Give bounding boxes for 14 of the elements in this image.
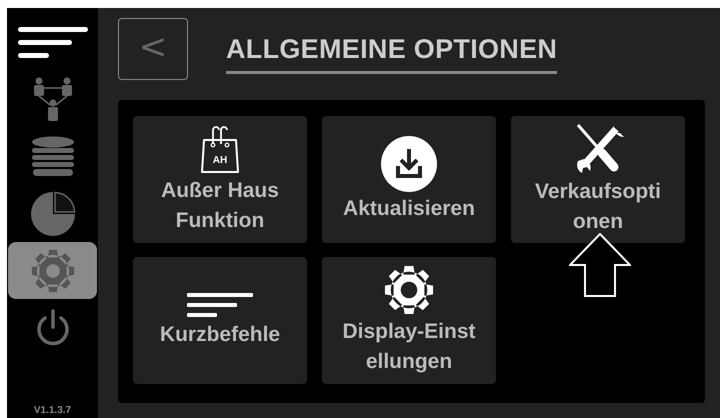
- download-icon: [381, 136, 437, 192]
- pie-chart-icon: [30, 190, 76, 236]
- option-tile[interactable]: Verkaufsopti onen: [511, 116, 685, 243]
- page-title: ALLGEMEINE OPTIONEN: [226, 34, 558, 74]
- version-label: V1.1.3.7: [32, 405, 72, 416]
- settings-icon: [30, 248, 74, 292]
- database-icon: [30, 136, 74, 178]
- power-icon: [34, 308, 70, 346]
- lines-icon: [187, 292, 253, 318]
- settings-icon: [384, 264, 434, 314]
- option-tile[interactable]: Aktualisieren: [322, 116, 496, 243]
- option-tile[interactable]: Kurzbefehle: [133, 257, 307, 384]
- option-tile[interactable]: AH Außer Haus Funktion: [133, 116, 307, 243]
- option-tile[interactable]: Display-Einst ellungen: [322, 257, 496, 384]
